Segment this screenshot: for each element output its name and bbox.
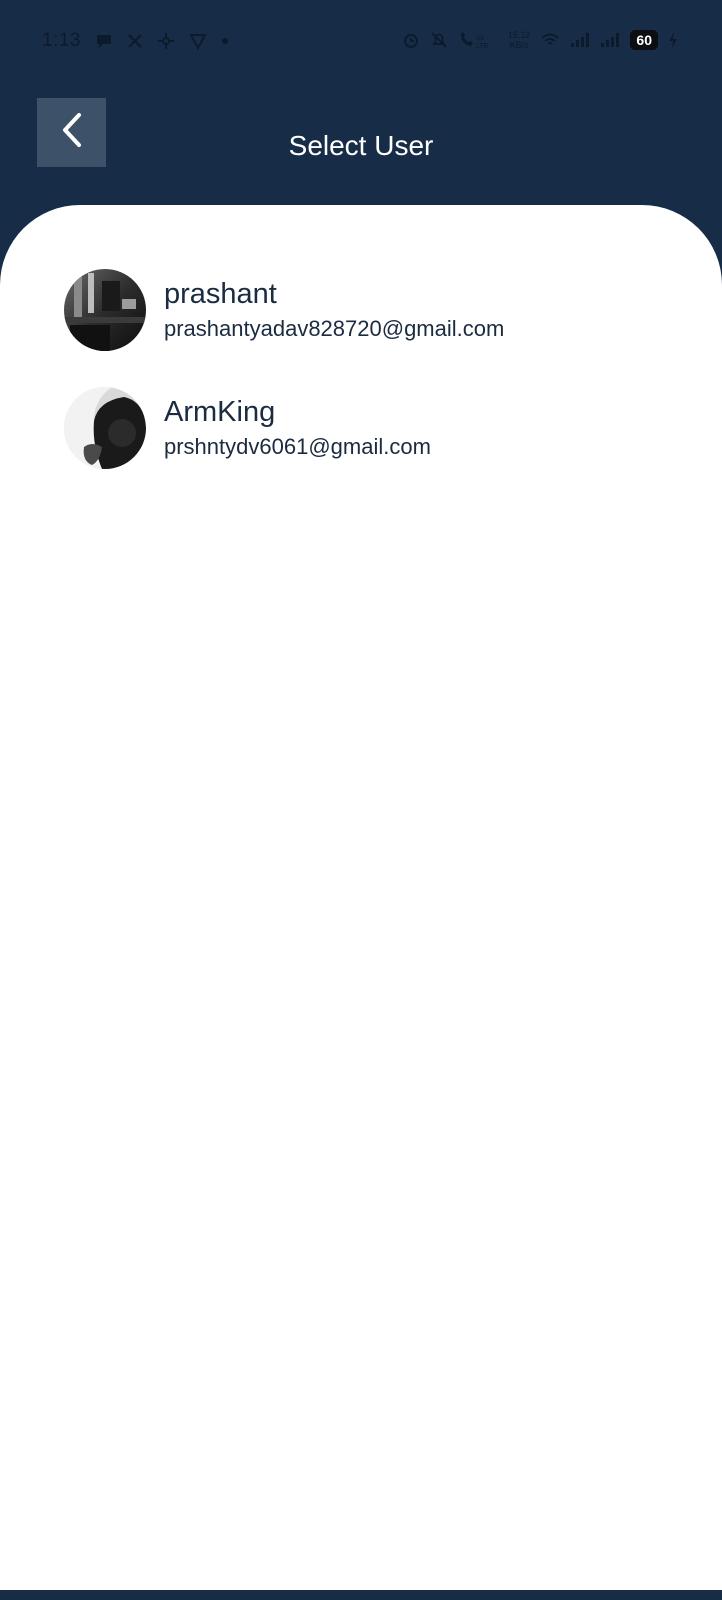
status-right: Vo LTE 15.12 KB/s 60 [402, 30, 678, 50]
wifi-icon [540, 32, 560, 48]
app-header: Select User [0, 88, 722, 208]
shield-v-icon [189, 32, 207, 50]
avatar [64, 269, 146, 351]
home-indicator[interactable] [272, 1577, 450, 1583]
avatar [64, 387, 146, 469]
signal-icon [600, 32, 620, 48]
status-bar: 1:13 Vo LTE 15.12 KB/s 60 [0, 0, 722, 88]
volte-call-icon: Vo LTE [458, 31, 498, 49]
user-name: ArmKing [164, 396, 276, 428]
bell-off-icon [430, 31, 448, 49]
user-text: prashant prashantyadav828720@gmail.com [164, 276, 504, 344]
svg-text:LTE: LTE [476, 43, 489, 49]
net-speed: 15.12 KB/s [508, 30, 531, 50]
status-left: 1:13 [42, 30, 229, 52]
alarm-icon [402, 31, 420, 49]
user-list: prashant prashantyadav828720@gmail.com A… [64, 269, 504, 505]
status-time: 1:13 [42, 30, 81, 51]
chat-bubble-icon [95, 33, 113, 49]
user-text: ArmKing prshntydv6061@gmail.com [164, 394, 431, 462]
dot-icon [221, 37, 229, 45]
pinwheel-icon [157, 32, 175, 50]
signal-icon [570, 32, 590, 48]
battery-icon: 60 [630, 30, 658, 50]
net-speed-value: 15.12 [507, 30, 531, 40]
user-email: prshntydv6061@gmail.com [164, 434, 431, 459]
charging-icon [668, 31, 678, 49]
net-speed-unit: KB/s [509, 40, 529, 50]
svg-text:Vo: Vo [476, 35, 484, 42]
page-title: Select User [288, 130, 434, 161]
user-item[interactable]: ArmKing prshntydv6061@gmail.com [64, 387, 504, 469]
user-item[interactable]: prashant prashantyadav828720@gmail.com [64, 269, 504, 351]
x-icon [127, 33, 143, 49]
user-name: prashant [164, 278, 277, 310]
user-list-card: prashant prashantyadav828720@gmail.com A… [0, 205, 722, 1590]
user-email: prashantyadav828720@gmail.com [164, 316, 505, 341]
